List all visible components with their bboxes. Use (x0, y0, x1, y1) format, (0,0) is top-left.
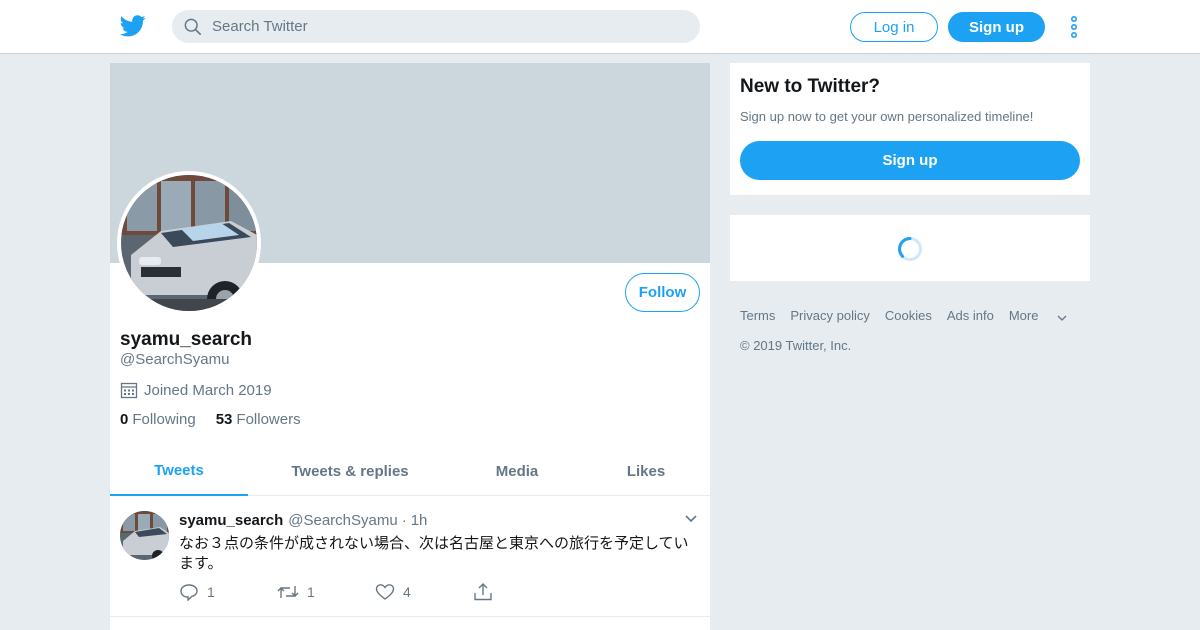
footer-link-ads-info[interactable]: Ads info (947, 308, 994, 323)
retweet-icon (277, 586, 299, 598)
chevron-down-icon (1057, 315, 1067, 321)
loading-spinner-icon (898, 237, 922, 261)
twitter-bird-logo-icon[interactable] (120, 14, 146, 38)
tweet-avatar[interactable] (120, 511, 169, 560)
footer-link-cookies[interactable]: Cookies (885, 308, 932, 323)
footer-more-menu[interactable]: More (1009, 308, 1069, 323)
retweet-count: 1 (307, 584, 315, 600)
tab-tweets-and-replies[interactable]: Tweets & replies (248, 446, 452, 496)
joined-date: Joined March 2019 (120, 381, 272, 399)
search-icon (184, 18, 202, 35)
footer-link-privacy[interactable]: Privacy policy (790, 308, 869, 323)
share-button[interactable] (473, 583, 571, 601)
joined-text: Joined March 2019 (144, 381, 272, 399)
new-to-twitter-heading: New to Twitter? (740, 76, 881, 97)
profile-tabs: Tweets Tweets & replies Media Likes (110, 446, 710, 496)
tweet-text: なお３点の条件が成されない場合、次は名古屋と東京への旅行を予定しています。 (179, 534, 689, 572)
tab-likes[interactable]: Likes (582, 446, 710, 496)
follow-counts: 0 Following 53 Followers (120, 411, 321, 428)
profile-display-name[interactable]: syamu_search (120, 329, 252, 351)
search-input[interactable] (212, 18, 672, 35)
chevron-down-icon[interactable] (684, 513, 698, 525)
tweet-actions: 1 1 4 (179, 583, 571, 601)
copyright-text: © 2019 Twitter, Inc. (740, 338, 852, 353)
footer-link-more: More (1008, 308, 1039, 323)
like-count: 4 (403, 584, 411, 600)
reply-count: 1 (207, 584, 215, 600)
calendar-icon (120, 382, 138, 399)
car-photo-image (121, 175, 257, 311)
tweet-author-name[interactable]: syamu_search (179, 512, 283, 529)
tab-media[interactable]: Media (452, 446, 582, 496)
tweet-item[interactable]: syamu_search @SearchSyamu · 1h なお３点の条件が成… (110, 497, 710, 617)
reply-button[interactable]: 1 (179, 583, 277, 601)
share-icon (474, 583, 492, 601)
follow-button[interactable]: Follow (625, 273, 700, 312)
followers-label: Followers (236, 411, 301, 428)
tab-tweets[interactable]: Tweets (110, 446, 248, 496)
profile-card: Follow syamu_search @SearchSyamu Joined … (110, 63, 710, 630)
footer-links: Terms Privacy policy Cookies Ads info Mo… (740, 308, 1083, 323)
tweet-timestamp[interactable]: 1h (411, 512, 428, 529)
tweet-author-handle[interactable]: @SearchSyamu (288, 512, 397, 529)
tweet-separator: · (401, 512, 407, 529)
profile-handle: @SearchSyamu (120, 351, 230, 368)
new-to-twitter-subtitle: Sign up now to get your own personalized… (740, 109, 1034, 124)
footer-link-terms[interactable]: Terms (740, 308, 775, 323)
sidebar-signup-button[interactable]: Sign up (740, 141, 1080, 180)
following-count-link[interactable]: 0 Following (120, 411, 196, 428)
car-photo-thumbnail (120, 511, 169, 560)
profile-avatar[interactable] (117, 171, 261, 315)
signup-button[interactable]: Sign up (948, 12, 1045, 42)
new-to-twitter-card: New to Twitter? Sign up now to get your … (730, 63, 1090, 195)
like-button[interactable]: 4 (375, 583, 473, 601)
more-options-icon[interactable] (1066, 14, 1082, 40)
followers-count-link[interactable]: 53 Followers (216, 411, 301, 428)
following-count: 0 (120, 411, 129, 428)
loading-card (730, 215, 1090, 281)
search-box[interactable] (172, 10, 700, 43)
top-navigation-bar: Log in Sign up (0, 0, 1200, 54)
following-label: Following (132, 411, 196, 428)
tweet-header: syamu_search @SearchSyamu · 1h (179, 512, 427, 529)
heart-icon (375, 584, 395, 600)
followers-count: 53 (215, 411, 233, 428)
login-button[interactable]: Log in (850, 12, 938, 42)
reply-icon (180, 584, 198, 601)
retweet-button[interactable]: 1 (277, 583, 375, 601)
